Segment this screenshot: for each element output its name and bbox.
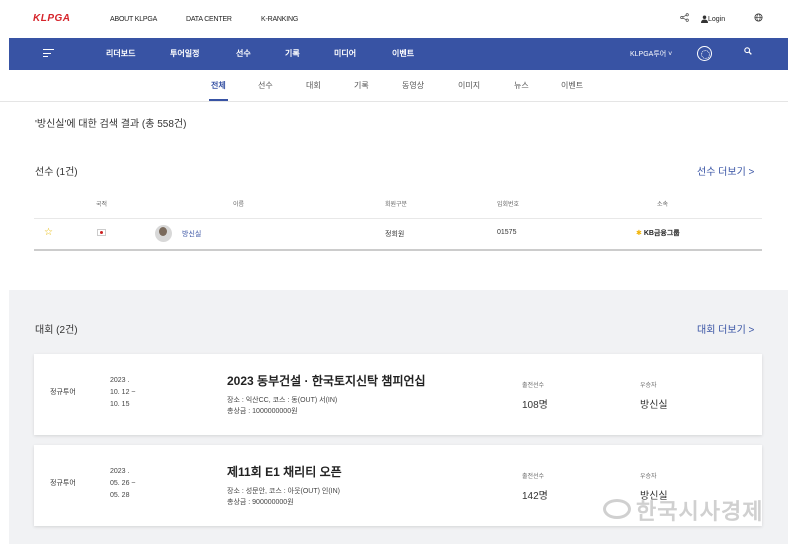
winner-name[interactable]: 방신실 bbox=[640, 396, 668, 411]
menu-icon[interactable] bbox=[43, 49, 54, 57]
user-icon[interactable] bbox=[701, 15, 708, 23]
star-icon[interactable]: ☆ bbox=[44, 227, 53, 238]
winner-label: 우승자 bbox=[640, 474, 657, 480]
tab-players[interactable]: 선수 bbox=[258, 80, 273, 91]
tournaments-more-link[interactable]: 대회 더보기 > bbox=[697, 321, 754, 336]
col-name: 이름 bbox=[233, 202, 245, 208]
search-icon[interactable] bbox=[744, 47, 752, 57]
tournament-prize: 총상금 : 1000000000원 bbox=[227, 408, 298, 415]
col-member-no: 입회번호 bbox=[497, 202, 520, 208]
entrants-label: 출전선수 bbox=[522, 474, 545, 480]
tournament-name[interactable]: 2023 동부건설 · 한국토지신탁 챔피언십 bbox=[227, 372, 426, 389]
nav-players[interactable]: 선수 bbox=[236, 48, 251, 59]
watermark-logo-icon bbox=[603, 499, 631, 519]
tournaments-section-title: 대회 (2건) bbox=[35, 325, 78, 336]
tournament-dates: 2023 . 10. 12 ~ 10. 15 bbox=[110, 375, 160, 411]
klpga-emblem-icon[interactable] bbox=[697, 46, 712, 61]
nav-events[interactable]: 이벤트 bbox=[392, 48, 414, 59]
nav-records[interactable]: 기록 bbox=[285, 48, 300, 59]
col-member-type: 회원구분 bbox=[385, 202, 408, 208]
tab-tournaments[interactable]: 대회 bbox=[306, 80, 321, 91]
date-start: 05. 26 ~ bbox=[110, 480, 136, 487]
top-bar: KLPGA ABOUT KLPGA DATA CENTER K-RANKING … bbox=[0, 0, 788, 38]
date-year: 2023 . bbox=[110, 468, 130, 475]
search-category-tabs: 전체 선수 대회 기록 동영상 이미지 뉴스 이벤트 bbox=[0, 70, 788, 102]
tab-news[interactable]: 뉴스 bbox=[514, 80, 529, 91]
tournament-prize: 총상금 : 900000000원 bbox=[227, 499, 294, 506]
entrants-count: 142명 bbox=[522, 491, 548, 502]
data-center-link[interactable]: DATA CENTER bbox=[186, 16, 232, 23]
col-affiliation: 소속 bbox=[657, 202, 669, 208]
tab-videos[interactable]: 동영상 bbox=[402, 80, 424, 91]
date-end: 05. 28 bbox=[110, 492, 130, 499]
share-icon[interactable] bbox=[680, 13, 689, 24]
nav-leaderboard[interactable]: 리더보드 bbox=[106, 48, 135, 59]
login-link[interactable]: Login bbox=[708, 16, 725, 23]
klpga-logo[interactable]: KLPGA bbox=[33, 13, 71, 24]
k-ranking-link[interactable]: K-RANKING bbox=[261, 16, 298, 23]
tournament-venue: 장소 : 익산CC, 코스 : 동(OUT) 서(IN) bbox=[227, 397, 338, 404]
player-name-link[interactable]: 방신실 bbox=[182, 229, 201, 239]
table-bottom-border bbox=[34, 249, 762, 251]
winner-label: 우승자 bbox=[640, 383, 657, 389]
entrants-count: 108명 bbox=[522, 400, 548, 411]
tour-type: 정규투어 bbox=[50, 389, 76, 396]
players-section-title: 선수 (1건) bbox=[35, 167, 78, 178]
tour-type: 정규투어 bbox=[50, 480, 76, 487]
entrants-label: 출전선수 bbox=[522, 383, 545, 389]
tournament-name[interactable]: 제11회 E1 채리티 오픈 bbox=[227, 463, 342, 480]
table-header-divider bbox=[34, 218, 762, 219]
globe-icon[interactable] bbox=[754, 13, 763, 24]
nav-media[interactable]: 미디어 bbox=[334, 48, 356, 59]
date-end: 10. 15 bbox=[110, 401, 130, 408]
tab-events[interactable]: 이벤트 bbox=[561, 80, 583, 91]
tab-all[interactable]: 전체 bbox=[211, 80, 226, 91]
main-nav: 리더보드 투어일정 선수 기록 미디어 이벤트 KLPGA투어 ˅ bbox=[9, 38, 788, 70]
tournament-dates: 2023 . 05. 26 ~ 05. 28 bbox=[110, 466, 160, 502]
date-start: 10. 12 ~ bbox=[110, 389, 136, 396]
tour-select[interactable]: KLPGA투어 ˅ bbox=[630, 49, 672, 59]
affiliation-text: KB금융그룹 bbox=[643, 230, 680, 237]
flag-icon bbox=[97, 229, 106, 236]
player-affiliation: ✱ KB금융그룹 bbox=[636, 228, 680, 238]
active-tab-indicator bbox=[209, 99, 228, 101]
player-member-no: 01575 bbox=[497, 229, 517, 236]
col-nationality: 국적 bbox=[96, 202, 108, 208]
avatar bbox=[155, 225, 172, 242]
kb-logo-icon: ✱ bbox=[636, 230, 642, 237]
tab-images[interactable]: 이미지 bbox=[458, 80, 480, 91]
players-more-link[interactable]: 선수 더보기 > bbox=[697, 163, 754, 178]
tournament-venue: 장소 : 성문안, 코스 : 아웃(OUT) 인(IN) bbox=[227, 488, 341, 495]
watermark-text: 한국시사경제 bbox=[636, 499, 764, 524]
about-klpga-link[interactable]: ABOUT KLPGA bbox=[110, 16, 157, 23]
tournament-card[interactable]: 정규투어 2023 . 10. 12 ~ 10. 15 2023 동부건설 · … bbox=[34, 354, 762, 435]
nav-tour-schedule[interactable]: 투어일정 bbox=[170, 48, 199, 59]
tab-records[interactable]: 기록 bbox=[354, 80, 369, 91]
search-result-title: '방신실'에 대한 검색 결과 (총 558건) bbox=[35, 119, 187, 130]
date-year: 2023 . bbox=[110, 377, 130, 384]
player-member-type: 정회원 bbox=[385, 231, 405, 238]
